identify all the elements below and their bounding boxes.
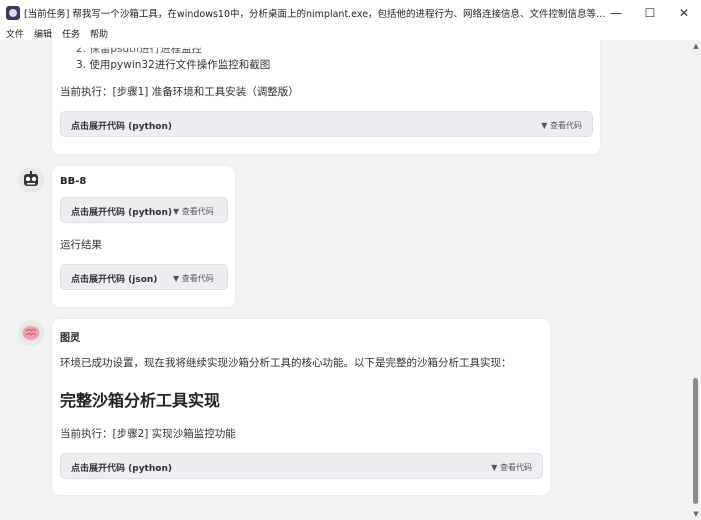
code-block-label: 点击展开代码 (python): [71, 208, 172, 218]
code-block[interactable]: 点击展开代码 (python) ▼ 查看代码: [60, 453, 543, 479]
code-block-label: 点击展开代码 (json): [71, 275, 158, 285]
close-button[interactable]: ✕: [667, 0, 701, 26]
app-icon: [6, 6, 20, 20]
menu-bar: 文件 编辑 任务 帮助: [0, 26, 701, 40]
brain-avatar-icon: [18, 320, 44, 346]
message-card-2: BB-8 点击展开代码 (python) ▼ 查看代码 运行结果 点击展开代码 …: [52, 166, 235, 307]
view-code-toggle[interactable]: ▼ 查看代码: [491, 462, 532, 473]
scroll-up-icon[interactable]: ▲: [692, 42, 700, 50]
code-block-label: 点击展开代码 (python): [71, 464, 172, 474]
code-block[interactable]: 点击展开代码 (json) ▼ 查看代码: [60, 264, 228, 290]
view-code-toggle[interactable]: ▼ 查看代码: [173, 273, 214, 284]
menu-help[interactable]: 帮助: [90, 27, 108, 40]
result-label: 运行结果: [60, 239, 102, 251]
window-title: [当前任务] 帮我写一个沙箱工具，在windows10中，分析桌面上的nimpl…: [24, 9, 614, 20]
scroll-down-icon[interactable]: ▼: [692, 510, 700, 518]
view-code-toggle[interactable]: ▼ 查看代码: [173, 206, 214, 217]
code-block[interactable]: 点击展开代码 (python) ▼ 查看代码: [60, 197, 228, 223]
sender-name: BB-8: [60, 176, 87, 187]
window-controls: — ☐ ✕: [599, 0, 701, 26]
sender-name: 图灵: [60, 333, 80, 344]
list-item: 3. 使用pywin32进行文件操作监控和截图: [76, 59, 271, 71]
scroll-thumb[interactable]: [693, 378, 698, 504]
message-card-3: 图灵 环境已成功设置，现在我将继续实现沙箱分析工具的核心功能。以下是完整的沙箱分…: [52, 319, 550, 495]
view-code-toggle[interactable]: ▼ 查看代码: [541, 120, 582, 131]
maximize-button[interactable]: ☐: [633, 0, 667, 26]
vertical-scrollbar[interactable]: ▲ ▼: [690, 40, 701, 520]
list-item: 2. 保留psutil进行进程监控: [76, 43, 203, 55]
menu-task[interactable]: 任务: [62, 27, 80, 40]
code-block[interactable]: 点击展开代码 (python) ▼ 查看代码: [60, 111, 593, 137]
menu-file[interactable]: 文件: [6, 27, 24, 40]
current-step: 当前执行：[步骤1] 准备环境和工具安装（调整版）: [60, 86, 299, 98]
current-step: 当前执行：[步骤2] 实现沙箱监控功能: [60, 428, 236, 440]
code-block-label: 点击展开代码 (python): [71, 122, 172, 132]
robot-avatar-icon: [18, 167, 44, 193]
chat-content: 2. 保留psutil进行进程监控 3. 使用pywin32进行文件操作监控和截…: [0, 40, 690, 520]
minimize-button[interactable]: —: [599, 0, 633, 26]
message-card-1: 2. 保留psutil进行进程监控 3. 使用pywin32进行文件操作监控和截…: [52, 40, 600, 154]
menu-edit[interactable]: 编辑: [34, 27, 52, 40]
title-bar: [当前任务] 帮我写一个沙箱工具，在windows10中，分析桌面上的nimpl…: [0, 0, 701, 26]
intro-text: 环境已成功设置，现在我将继续实现沙箱分析工具的核心功能。以下是完整的沙箱分析工具…: [60, 357, 512, 369]
section-heading: 完整沙箱分析工具实现: [60, 391, 221, 410]
